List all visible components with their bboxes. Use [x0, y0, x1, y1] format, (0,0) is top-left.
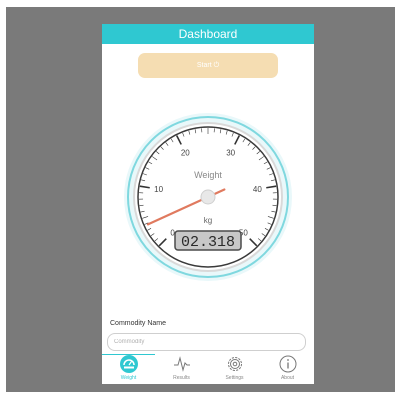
tab-label: About [280, 375, 295, 381]
gauge-unit: kg [204, 216, 212, 225]
info-icon [279, 355, 296, 373]
weight-gauge: 01020 304050 Weight kg 02.318 [124, 113, 292, 281]
tab-label: Results [173, 375, 190, 381]
gear-icon [227, 357, 242, 371]
gauge-tick-label: 30 [226, 148, 235, 157]
page-title: Dashboard [178, 27, 238, 41]
weight-reading: 02.318 [181, 234, 235, 251]
tab-settings[interactable]: Settings [208, 354, 261, 384]
scale-icon [119, 355, 138, 373]
start-button[interactable]: Start ⏻ [138, 53, 278, 78]
needle-hub [200, 189, 216, 205]
app-screen: Dashboard Start ⏻ 0 10 20 30 40 50 Weight kg … [102, 24, 314, 384]
commodity-name-label: Commodity Name [110, 320, 167, 327]
bottom-tab-bar: Weight Results Settings About [102, 354, 314, 384]
gauge-tick-label: 10 [154, 185, 163, 194]
gauge-tick-label: 20 [181, 148, 190, 157]
gauge-tick-label: 40 [253, 185, 262, 194]
header-bar: Dashboard [102, 24, 314, 44]
tab-results[interactable]: Results [155, 354, 208, 384]
gauge-title: Weight [194, 170, 222, 180]
tab-weight[interactable]: Weight [102, 354, 155, 384]
tab-label: Weight [120, 375, 137, 381]
commodity-input[interactable] [107, 333, 306, 351]
tab-about[interactable]: About [261, 354, 314, 384]
tab-label: Settings [225, 375, 244, 381]
pulse-icon [173, 356, 190, 372]
